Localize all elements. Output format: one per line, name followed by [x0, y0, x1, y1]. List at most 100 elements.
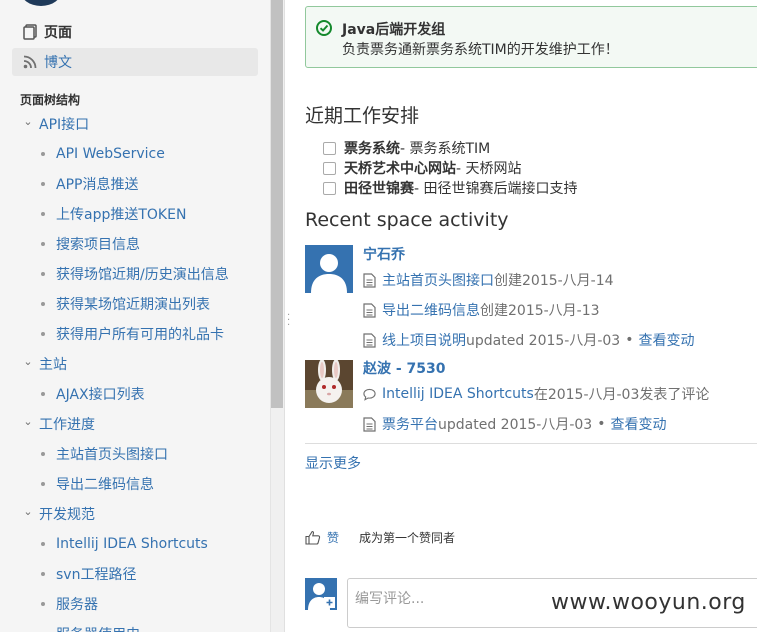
- task-name: 天桥艺术中心网站: [344, 161, 456, 177]
- tree-child-item[interactable]: APP消息推送: [41, 173, 138, 195]
- tree-child-item[interactable]: 导出二维码信息: [41, 473, 154, 495]
- task-name: 票务系统: [344, 141, 400, 157]
- tree-item-label: APP消息推送: [56, 177, 139, 193]
- schedule-heading: 近期工作安排: [305, 105, 420, 127]
- task-name: 田径世锦赛: [344, 181, 414, 197]
- activity-meta: 在2015-八月-03发表了评论: [533, 387, 710, 403]
- tree-item-label: 获得用户所有可用的礼品卡: [56, 327, 224, 343]
- panel-title: Java后端开发组: [342, 22, 446, 38]
- bullet-icon: [41, 482, 45, 486]
- activity-item: Intellij IDEA Shortcuts 在2015-八月-03发表了评论: [363, 384, 709, 404]
- chevron-down-icon[interactable]: ⌄: [20, 355, 36, 368]
- chevron-down-icon[interactable]: ⌄: [20, 505, 36, 518]
- activity-item: 线上项目说明 updated 2015-八月-03 • 查看变动: [363, 330, 694, 350]
- tree-item-label: 主站: [39, 357, 67, 373]
- activity-page-link[interactable]: 主站首页头图接口: [382, 270, 494, 290]
- show-more-link[interactable]: 显示更多: [305, 453, 361, 473]
- tree-item-label: 开发规范: [39, 507, 95, 523]
- sidebar-scrollbar-thumb[interactable]: [271, 0, 283, 408]
- tree-item-label: Intellij IDEA Shortcuts: [56, 536, 208, 552]
- tree-child-item[interactable]: AJAX接口列表: [41, 383, 145, 405]
- bullet-icon: [41, 332, 45, 336]
- tree-item-label: 导出二维码信息: [56, 477, 154, 493]
- team-info-panel: Java后端开发组 负责票务通新票务系统TIM的开发维护工作！: [305, 6, 757, 68]
- sidebar-item-label: 页面: [44, 25, 72, 41]
- activity-meta: updated 2015-八月-03: [438, 417, 593, 433]
- tree-item-label: 服务器使用申: [56, 624, 140, 632]
- tree-parent-item[interactable]: ⌄ 主站: [20, 353, 67, 375]
- view-changes-link[interactable]: 查看变动: [638, 330, 694, 350]
- bullet-icon: [41, 182, 45, 186]
- tree-child-item[interactable]: 服务器: [41, 593, 98, 615]
- activity-page-link[interactable]: 票务平台: [382, 414, 438, 434]
- view-changes-link[interactable]: 查看变动: [610, 414, 666, 434]
- like-description: 成为第一个赞同者: [359, 531, 456, 545]
- tree-parent-item[interactable]: ⌄ 工作进度: [20, 413, 95, 435]
- tree-child-item[interactable]: 上传app推送TOKEN: [41, 203, 186, 225]
- watermark: www.wooyun.org: [551, 590, 746, 615]
- activity-user-name[interactable]: 宁石乔: [363, 244, 405, 264]
- activity-page-link[interactable]: 线上项目说明: [382, 330, 466, 350]
- separator-dot: •: [625, 332, 634, 348]
- like-button[interactable]: 赞: [327, 529, 339, 546]
- tree-child-item[interactable]: 服务器使用申: [41, 623, 140, 632]
- tree-child-item[interactable]: API WebService: [41, 143, 165, 165]
- page-tree-title: 页面树结构: [20, 93, 81, 107]
- tree-item-label: 获得场馆近期/历史演出信息: [56, 267, 229, 283]
- bullet-icon: [41, 542, 45, 546]
- tree-parent-item[interactable]: ⌄ API接口: [20, 113, 89, 135]
- task-item: 田径世锦赛 - 田径世锦赛后端接口支持: [323, 178, 578, 198]
- user-avatar[interactable]: [305, 360, 353, 408]
- activity-divider: [305, 443, 757, 444]
- sidebar-item-label: 博文: [44, 55, 72, 71]
- activity-user-name[interactable]: 赵波 - 7530: [363, 358, 446, 378]
- thumbs-up-icon[interactable]: [305, 530, 321, 545]
- user-avatar[interactable]: [305, 245, 353, 293]
- comment-icon: [363, 388, 376, 401]
- sidebar-item-blog[interactable]: 博文: [12, 48, 258, 76]
- tree-item-label: 上传app推送TOKEN: [56, 207, 187, 223]
- task-checkbox[interactable]: [323, 181, 336, 195]
- activity-page-link[interactable]: Intellij IDEA Shortcuts: [382, 386, 534, 402]
- tree-child-item[interactable]: Intellij IDEA Shortcuts: [41, 533, 208, 555]
- tree-child-item[interactable]: svn工程路径: [41, 563, 136, 585]
- activity-item: 导出二维码信息 创建2015-八月-13: [363, 300, 600, 320]
- tree-child-item[interactable]: 主站首页头图接口: [41, 443, 168, 465]
- task-checkbox[interactable]: [323, 141, 336, 155]
- tree-item-label: 搜索项目信息: [56, 237, 140, 253]
- tree-item-label: API接口: [39, 117, 90, 133]
- task-item: 天桥艺术中心网站 - 天桥网站: [323, 158, 522, 178]
- tree-item-label: 工作进度: [39, 417, 95, 433]
- tree-child-item[interactable]: 获得某场馆近期演出列表: [41, 293, 210, 315]
- rss-icon: [22, 54, 38, 70]
- tree-item-label: AJAX接口列表: [56, 387, 145, 403]
- space-logo[interactable]: [20, 0, 62, 6]
- document-icon: [363, 272, 376, 288]
- current-user-avatar: [305, 578, 337, 610]
- task-checkbox[interactable]: [323, 161, 336, 175]
- bullet-icon: [41, 392, 45, 396]
- activity-page-link[interactable]: 导出二维码信息: [382, 300, 480, 320]
- tree-parent-item[interactable]: ⌄ 开发规范: [20, 503, 95, 525]
- tree-item-label: 主站首页头图接口: [56, 447, 168, 463]
- chevron-down-icon[interactable]: ⌄: [20, 115, 36, 128]
- tree-item-label: 服务器: [56, 597, 98, 613]
- chevron-down-icon[interactable]: ⌄: [20, 415, 36, 428]
- document-icon: [363, 332, 376, 348]
- task-desc: - 天桥网站: [456, 161, 522, 177]
- tree-child-item[interactable]: 获得场馆近期/历史演出信息: [41, 263, 229, 285]
- pages-icon: [22, 24, 38, 40]
- panel-body: 负责票务通新票务系统TIM的开发维护工作！: [342, 42, 619, 58]
- task-desc: - 票务系统TIM: [400, 141, 491, 157]
- tree-child-item[interactable]: 搜索项目信息: [41, 233, 140, 255]
- tree-child-item[interactable]: 获得用户所有可用的礼品卡: [41, 323, 224, 345]
- activity-item: 主站首页头图接口 创建2015-八月-14: [363, 270, 614, 290]
- comment-placeholder: 编写评论...: [355, 591, 425, 607]
- bullet-icon: [41, 212, 45, 216]
- sidebar-item-pages[interactable]: 页面: [12, 18, 258, 46]
- default-user-icon: [308, 583, 335, 610]
- sidebar: 页面 博文 页面树结构 ⌄ API接口 API WebService APP消息推送上…: [0, 0, 270, 632]
- activity-meta: updated 2015-八月-03: [466, 333, 621, 349]
- bullet-icon: [41, 152, 45, 156]
- document-icon: [363, 302, 376, 318]
